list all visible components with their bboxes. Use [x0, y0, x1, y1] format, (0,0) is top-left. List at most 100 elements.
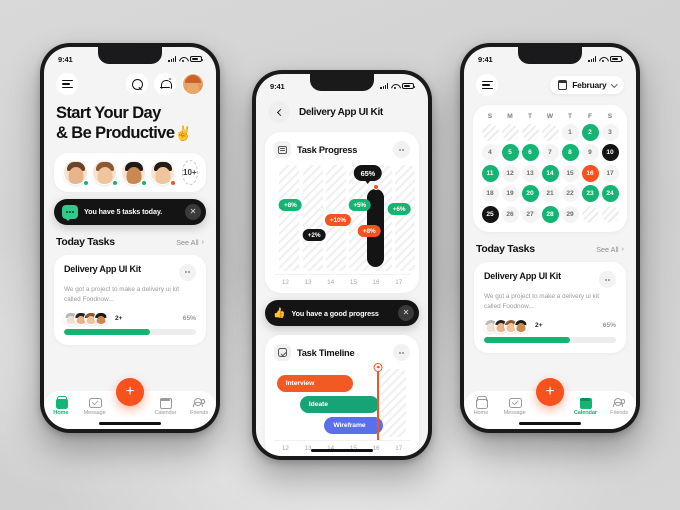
calendar-day[interactable]: 19 — [500, 185, 520, 203]
panel-title: Task Timeline — [297, 347, 355, 358]
calendar-day[interactable]: 10 — [600, 144, 620, 162]
avatar-item[interactable] — [92, 159, 118, 186]
tab-home[interactable]: Home — [464, 396, 498, 416]
calendar-day[interactable]: 23 — [580, 185, 600, 203]
friends-icon — [193, 396, 206, 408]
task-card-top: Delivery App UI Kit — [64, 263, 196, 281]
chart-hatch-column — [302, 165, 323, 271]
calendar-day[interactable]: 5 — [500, 144, 520, 162]
calendar-day[interactable]: 4 — [480, 144, 500, 162]
month-selector[interactable]: February — [550, 76, 624, 94]
panel-more-button[interactable] — [393, 344, 410, 361]
phone2-screen: 9:41 Delivery App UI Kit Task Progress 6… — [256, 74, 428, 456]
calendar-day[interactable]: 9 — [580, 144, 600, 162]
status-indicators — [380, 83, 416, 89]
calendar-day[interactable]: 12 — [500, 164, 520, 182]
chart-tooltip: 65% — [353, 165, 383, 181]
profile-avatar[interactable] — [182, 73, 204, 95]
back-button[interactable] — [268, 101, 290, 123]
toast-text: You have 5 tasks today. — [84, 207, 163, 217]
calendar-day[interactable]: 7 — [540, 144, 560, 162]
calendar-weekday-row: S M T W T F S — [480, 113, 620, 120]
weekday-label: S — [607, 113, 613, 120]
tab-friends[interactable]: Friends — [182, 396, 216, 416]
calendar-day[interactable]: 2 — [580, 123, 600, 141]
calendar-day[interactable]: 1 — [560, 123, 580, 141]
tab-label: Message — [503, 410, 526, 416]
avatar-item[interactable] — [63, 159, 89, 186]
calendar-day[interactable]: 13 — [520, 164, 540, 182]
calendar-day[interactable]: 25 — [480, 205, 500, 223]
mockup-stage: 9:41 Start Your Day & Be Productive✌️ 10… — [0, 0, 680, 510]
tab-message[interactable]: Message — [498, 396, 532, 416]
calendar-day[interactable]: 11 — [480, 164, 500, 182]
tab-home[interactable]: Home — [44, 396, 78, 416]
add-task-fab[interactable]: + — [116, 378, 144, 406]
notifications-button[interactable] — [154, 73, 176, 95]
phone3-home-indicator — [519, 422, 581, 425]
calendar-day[interactable]: 8 — [560, 144, 580, 162]
status-indicators — [168, 56, 204, 62]
progress-toast: 👍 You have a good progress ✕ — [265, 300, 419, 326]
see-all-link[interactable]: See All › — [596, 245, 624, 254]
tab-calendar[interactable]: Calendar — [569, 396, 603, 416]
hamburger-icon — [61, 79, 73, 89]
chart-badge: +6% — [387, 203, 411, 215]
calendar-day[interactable]: 21 — [540, 185, 560, 203]
calendar-day[interactable]: 3 — [600, 123, 620, 141]
axis-tick: 17 — [395, 279, 403, 286]
avatar-item[interactable] — [121, 159, 147, 186]
status-time: 9:41 — [270, 81, 285, 91]
tab-friends[interactable]: Friends — [602, 396, 636, 416]
weekday-label: T — [567, 113, 573, 120]
calendar-day[interactable]: 20 — [520, 185, 540, 203]
panel-more-button[interactable] — [393, 141, 410, 158]
today-tasks-header: Today Tasks See All › — [44, 225, 216, 248]
toast-close-button[interactable]: ✕ — [398, 305, 414, 321]
toast-close-button[interactable]: ✕ — [185, 203, 201, 220]
tab-calendar[interactable]: Calendar — [149, 396, 183, 416]
task-more-button[interactable] — [599, 271, 616, 288]
timeline-bar[interactable]: Ideate — [299, 396, 379, 413]
calendar-day[interactable]: 18 — [480, 185, 500, 203]
calendar-day[interactable]: 24 — [600, 185, 620, 203]
task-card[interactable]: Delivery App UI Kit We got a project to … — [474, 262, 626, 353]
calendar-day[interactable]: 6 — [520, 144, 540, 162]
menu-button[interactable] — [476, 74, 498, 96]
menu-button[interactable] — [56, 73, 78, 95]
task-card[interactable]: Delivery App UI Kit We got a project to … — [54, 254, 206, 346]
calendar-day[interactable]: 14 — [540, 164, 560, 182]
see-all-link[interactable]: See All › — [176, 238, 204, 247]
calendar-day[interactable]: 22 — [560, 185, 580, 203]
timeline-bar[interactable]: Interview — [276, 375, 353, 392]
timeline-bar[interactable]: Wireframe — [324, 417, 383, 434]
calendar-day[interactable]: 15 — [560, 164, 580, 182]
signal-icon — [588, 56, 596, 62]
calendar-day[interactable]: 17 — [600, 164, 620, 182]
headline-line-1: Start Your Day — [56, 104, 161, 122]
status-dot-online — [112, 179, 118, 186]
search-button[interactable] — [126, 73, 148, 95]
timeline-hatch-area — [380, 369, 406, 437]
tab-message[interactable]: Message — [78, 396, 112, 416]
calendar-blank-cell — [580, 205, 600, 223]
chart-hatch-column — [395, 165, 416, 271]
add-task-fab[interactable]: + — [536, 378, 564, 406]
today-tasks-header: Today Tasks See All › — [464, 232, 636, 255]
timeline-current-marker — [377, 367, 379, 440]
month-label: February — [572, 80, 607, 90]
task-progress-bar — [64, 329, 196, 336]
axis-tick: 16 — [372, 279, 380, 286]
status-dot-online — [83, 179, 89, 186]
task-more-button[interactable] — [179, 263, 196, 281]
avatar-item[interactable] — [150, 159, 176, 186]
calendar-day[interactable]: 27 — [520, 205, 540, 223]
calendar-day-selected[interactable]: 16 — [580, 164, 600, 182]
task-title: Delivery App UI Kit — [484, 271, 561, 281]
calendar-day[interactable]: 26 — [500, 205, 520, 223]
phone3-content: February S M T W T F S 1 2 3 4 5 6 7 8 9… — [464, 67, 636, 429]
avatar-overflow-count[interactable]: 10+ — [182, 159, 198, 185]
timeline-bar-label: Interview — [285, 380, 315, 387]
calendar-day[interactable]: 29 — [560, 205, 580, 223]
calendar-day[interactable]: 28 — [540, 205, 560, 223]
